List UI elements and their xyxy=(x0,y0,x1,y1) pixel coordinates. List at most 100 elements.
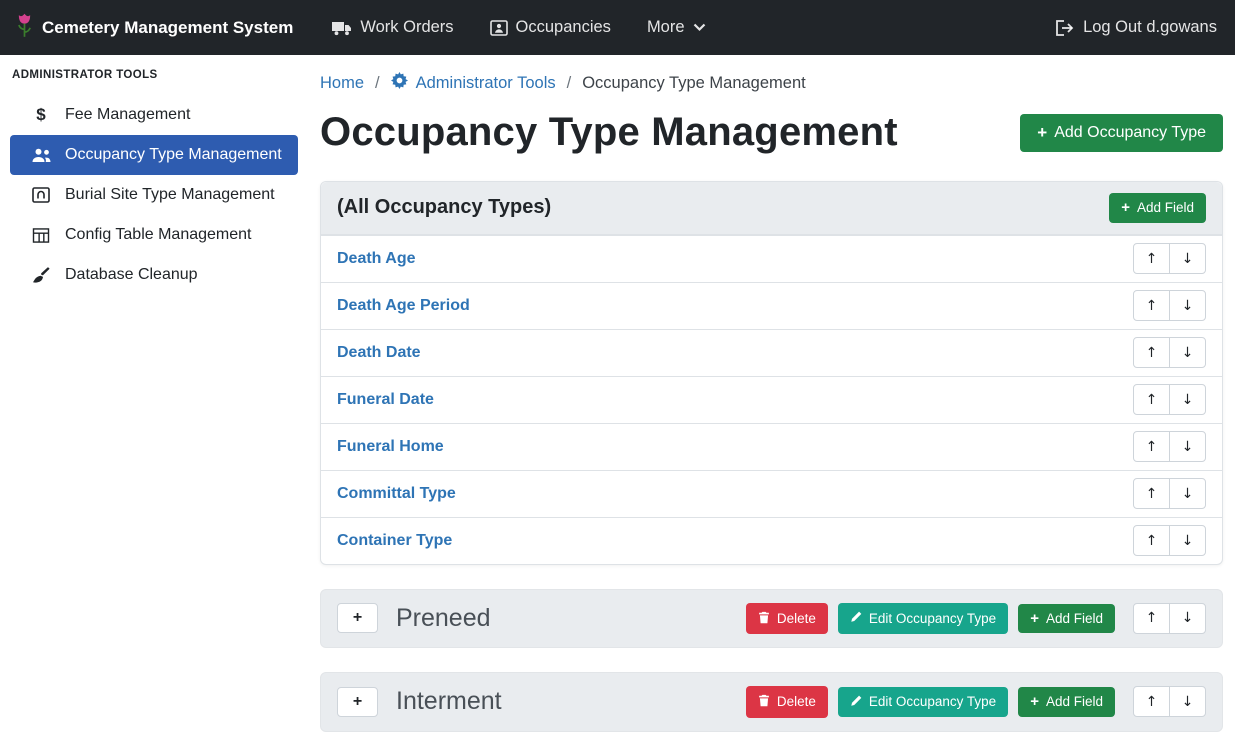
nav-more[interactable]: More xyxy=(634,10,719,45)
add-occupancy-type-button[interactable]: + Add Occupancy Type xyxy=(1020,114,1223,152)
delete-button[interactable]: Delete xyxy=(746,603,828,635)
arrow-down-icon: ↓ xyxy=(1182,610,1194,626)
reorder-group: ↑ ↓ xyxy=(1133,603,1206,634)
breadcrumb-admin-tools-label: Administrator Tools xyxy=(416,74,556,93)
broom-icon xyxy=(30,267,52,283)
breadcrumb-admin-tools-link[interactable]: Administrator Tools xyxy=(391,72,556,94)
reorder-group: ↑ ↓ xyxy=(1133,243,1206,274)
users-icon xyxy=(30,147,52,163)
arrow-up-icon: ↑ xyxy=(1146,439,1158,455)
page-layout: ADMINISTRATOR TOOLS $ Fee Management Occ… xyxy=(0,55,1235,732)
dollar-icon: $ xyxy=(30,105,52,125)
occupancies-icon xyxy=(490,20,508,36)
nav-work-orders-label: Work Orders xyxy=(360,18,453,37)
section-actions: Delete Edit Occupancy Type + Add Field ↑ xyxy=(746,603,1206,635)
plus-icon: + xyxy=(1121,201,1130,215)
arrow-up-icon: ↑ xyxy=(1146,533,1158,549)
reorder-group: ↑ ↓ xyxy=(1133,290,1206,321)
move-up-button[interactable]: ↑ xyxy=(1133,525,1170,556)
plus-icon: + xyxy=(353,609,362,627)
reorder-group: ↑ ↓ xyxy=(1133,686,1206,717)
logout-button[interactable]: Log Out d.gowans xyxy=(1042,10,1219,45)
add-field-label: Add Field xyxy=(1046,612,1103,626)
expand-button[interactable]: + xyxy=(337,603,378,633)
move-up-button[interactable]: ↑ xyxy=(1133,243,1170,274)
move-up-button[interactable]: ↑ xyxy=(1133,603,1170,634)
move-down-button[interactable]: ↓ xyxy=(1169,337,1206,368)
move-down-button[interactable]: ↓ xyxy=(1169,384,1206,415)
arrow-down-icon: ↓ xyxy=(1182,694,1194,710)
breadcrumb: Home / Administrator Tools / Occupancy T… xyxy=(320,72,1223,94)
add-field-button[interactable]: + Add Field xyxy=(1109,193,1206,223)
reorder-group: ↑ ↓ xyxy=(1133,525,1206,556)
delete-label: Delete xyxy=(777,612,816,626)
edit-occupancy-type-label: Edit Occupancy Type xyxy=(869,612,996,626)
admin-sidebar: ADMINISTRATOR TOOLS $ Fee Management Occ… xyxy=(0,55,308,295)
reorder-group: ↑ ↓ xyxy=(1133,337,1206,368)
field-link-death-date[interactable]: Death Date xyxy=(337,344,421,362)
section-actions: Delete Edit Occupancy Type + Add Field ↑ xyxy=(746,686,1206,718)
title-row: Occupancy Type Management + Add Occupanc… xyxy=(320,110,1223,155)
move-down-button[interactable]: ↓ xyxy=(1169,431,1206,462)
main-nav: Work Orders Occupancies More xyxy=(319,10,1042,45)
pencil-icon xyxy=(850,611,862,626)
nav-work-orders[interactable]: Work Orders xyxy=(319,10,466,45)
app-title: Cemetery Management System xyxy=(42,18,293,38)
field-row: Death Age Period ↑ ↓ xyxy=(321,282,1222,329)
field-row: Container Type ↑ ↓ xyxy=(321,517,1222,564)
sidebar-item-database-cleanup[interactable]: Database Cleanup xyxy=(0,255,308,295)
arrow-up-icon: ↑ xyxy=(1146,392,1158,408)
arrow-down-icon: ↓ xyxy=(1182,251,1194,267)
move-up-button[interactable]: ↑ xyxy=(1133,478,1170,509)
app-brand[interactable]: Cemetery Management System xyxy=(16,12,293,44)
move-down-button[interactable]: ↓ xyxy=(1169,290,1206,321)
sidebar-item-label: Fee Management xyxy=(65,106,190,124)
reorder-group: ↑ ↓ xyxy=(1133,478,1206,509)
field-row: Death Age ↑ ↓ xyxy=(321,235,1222,282)
sidebar-item-occupancy-type-management[interactable]: Occupancy Type Management xyxy=(10,135,298,175)
arrow-down-icon: ↓ xyxy=(1182,439,1194,455)
field-link-committal-type[interactable]: Committal Type xyxy=(337,485,456,503)
field-link-funeral-date[interactable]: Funeral Date xyxy=(337,391,434,409)
edit-occupancy-type-button[interactable]: Edit Occupancy Type xyxy=(838,687,1008,718)
breadcrumb-home-link[interactable]: Home xyxy=(320,74,364,93)
add-field-button[interactable]: + Add Field xyxy=(1018,687,1115,717)
arrow-up-icon: ↑ xyxy=(1146,610,1158,626)
trash-icon xyxy=(758,694,770,710)
field-link-funeral-home[interactable]: Funeral Home xyxy=(337,438,444,456)
all-occupancy-types-header: (All Occupancy Types) + Add Field xyxy=(321,182,1222,235)
reorder-group: ↑ ↓ xyxy=(1133,431,1206,462)
pencil-icon xyxy=(850,695,862,710)
nav-occupancies[interactable]: Occupancies xyxy=(477,10,624,45)
field-link-death-age[interactable]: Death Age xyxy=(337,250,416,268)
sidebar-item-burial-site-type-management[interactable]: Burial Site Type Management xyxy=(0,175,308,215)
arrow-up-icon: ↑ xyxy=(1146,694,1158,710)
add-field-button[interactable]: + Add Field xyxy=(1018,604,1115,634)
plus-icon: + xyxy=(353,693,362,711)
breadcrumb-separator: / xyxy=(364,74,391,93)
sidebar-item-fee-management[interactable]: $ Fee Management xyxy=(0,95,308,135)
move-down-button[interactable]: ↓ xyxy=(1169,243,1206,274)
move-down-button[interactable]: ↓ xyxy=(1169,478,1206,509)
move-up-button[interactable]: ↑ xyxy=(1133,290,1170,321)
expand-button[interactable]: + xyxy=(337,687,378,717)
arrow-up-icon: ↑ xyxy=(1146,298,1158,314)
move-up-button[interactable]: ↑ xyxy=(1133,431,1170,462)
move-up-button[interactable]: ↑ xyxy=(1133,686,1170,717)
sidebar-item-config-table-management[interactable]: Config Table Management xyxy=(0,215,308,255)
arrow-up-icon: ↑ xyxy=(1146,251,1158,267)
nav-occupancies-label: Occupancies xyxy=(516,18,611,37)
arrow-down-icon: ↓ xyxy=(1182,533,1194,549)
move-down-button[interactable]: ↓ xyxy=(1169,686,1206,717)
delete-button[interactable]: Delete xyxy=(746,686,828,718)
logout-label: Log Out d.gowans xyxy=(1083,18,1217,37)
field-link-container-type[interactable]: Container Type xyxy=(337,532,452,550)
edit-occupancy-type-button[interactable]: Edit Occupancy Type xyxy=(838,603,1008,634)
field-link-death-age-period[interactable]: Death Age Period xyxy=(337,297,470,315)
tulip-logo-icon xyxy=(16,12,33,44)
move-up-button[interactable]: ↑ xyxy=(1133,384,1170,415)
move-down-button[interactable]: ↓ xyxy=(1169,525,1206,556)
field-row: Funeral Home ↑ ↓ xyxy=(321,423,1222,470)
move-up-button[interactable]: ↑ xyxy=(1133,337,1170,368)
move-down-button[interactable]: ↓ xyxy=(1169,603,1206,634)
